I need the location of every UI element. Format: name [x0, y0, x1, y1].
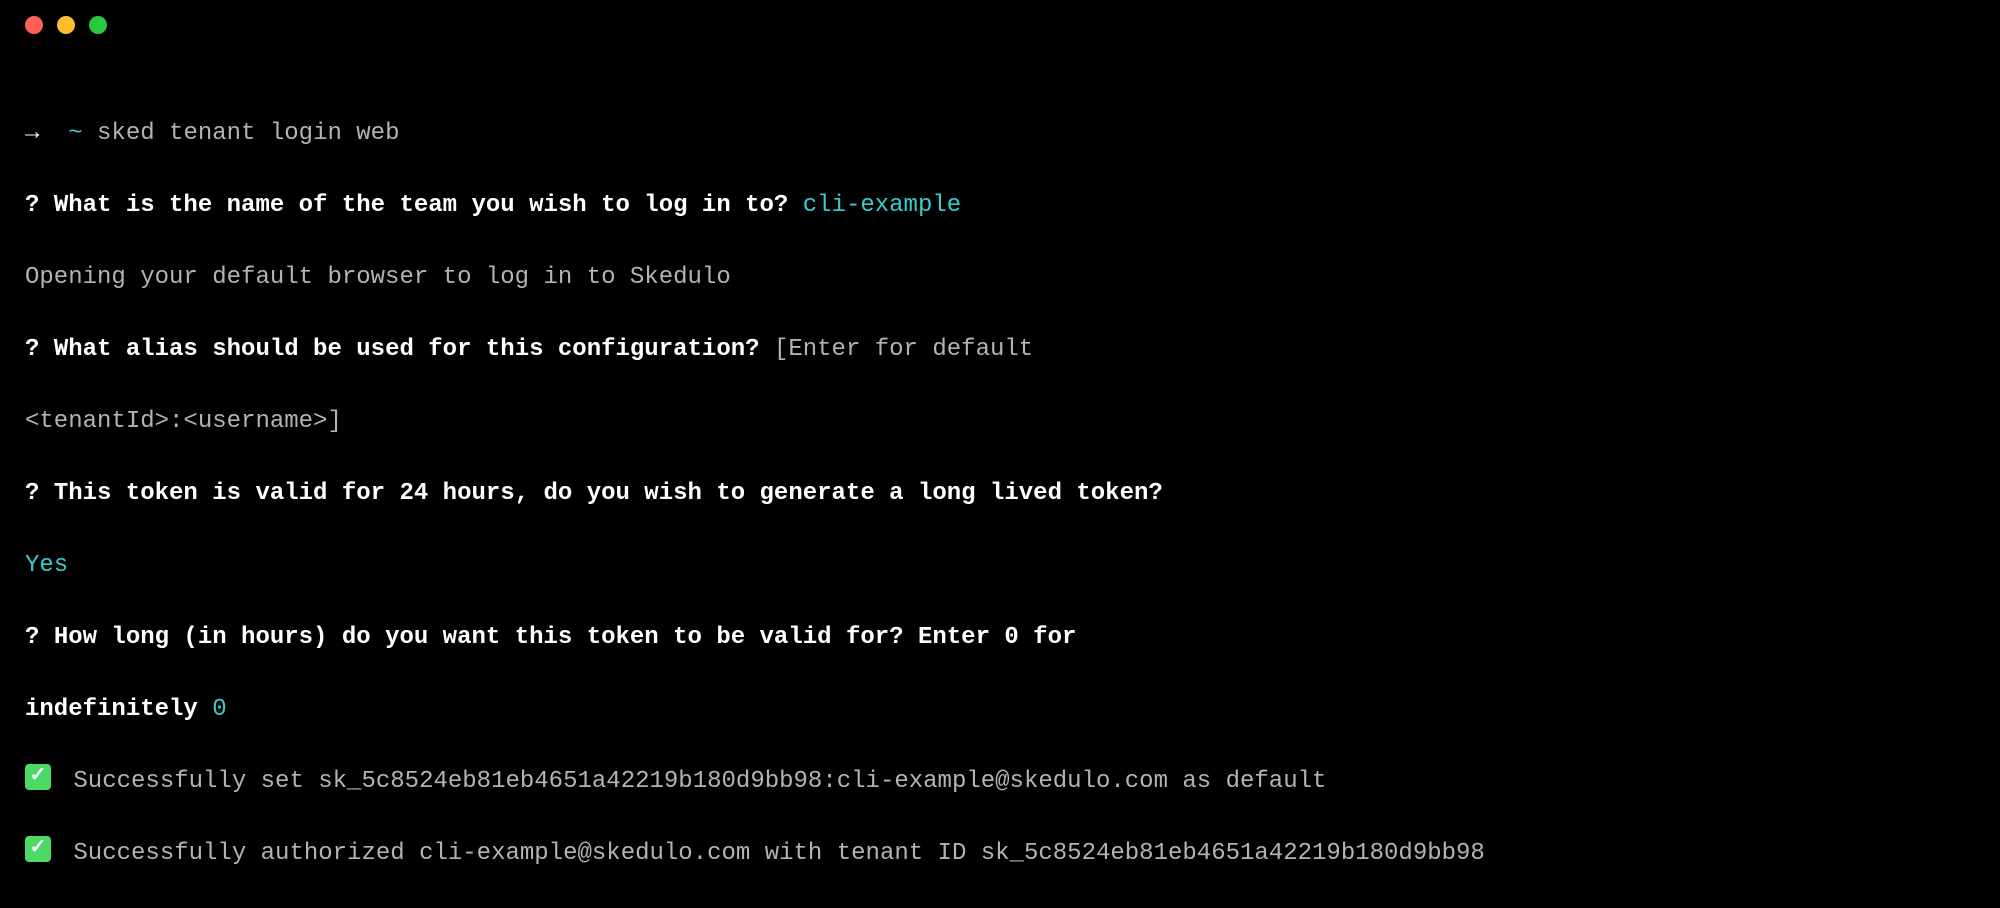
answer-text: cli-example: [803, 188, 961, 224]
command-line: → ~ sked tenant login web: [25, 116, 1975, 152]
command-text: sked tenant login web: [83, 116, 400, 152]
question-text: indefinitely: [25, 692, 212, 728]
question-mark-icon: ?: [25, 620, 39, 656]
prompt-team-name: ? What is the name of the team you wish …: [25, 188, 1975, 224]
close-button[interactable]: [25, 16, 43, 34]
success-set-default: ✓ Successfully set sk_5c8524eb81eb4651a4…: [25, 764, 1975, 800]
question-mark-icon: ?: [25, 476, 39, 512]
answer-text: 0: [212, 692, 226, 728]
window-titlebar: [0, 0, 2000, 50]
hint-text: <tenantId>:<username>]: [25, 404, 342, 440]
prompt-arrow: →: [25, 116, 68, 152]
success-authorized: ✓ Successfully authorized cli-example@sk…: [25, 836, 1975, 872]
prompt-alias: ? What alias should be used for this con…: [25, 332, 1975, 368]
question-text: What alias should be used for this confi…: [39, 332, 774, 368]
question-text: What is the name of the team you wish to…: [39, 188, 802, 224]
question-text: This token is valid for 24 hours, do you…: [39, 476, 1177, 512]
terminal-content[interactable]: → ~ sked tenant login web ? What is the …: [0, 50, 2000, 908]
answer-text: Yes: [25, 548, 68, 584]
question-text: How long (in hours) do you want this tok…: [39, 620, 1090, 656]
check-icon: ✓: [25, 764, 51, 790]
prompt-long-lived-token: ? This token is valid for 24 hours, do y…: [25, 476, 1975, 512]
status-text: Opening your default browser to log in t…: [25, 260, 731, 296]
prompt-token-duration-line2: indefinitely 0: [25, 692, 1975, 728]
maximize-button[interactable]: [89, 16, 107, 34]
prompt-long-lived-answer: Yes: [25, 548, 1975, 584]
hint-text: [Enter for default: [774, 332, 1048, 368]
question-mark-icon: ?: [25, 332, 39, 368]
check-icon: ✓: [25, 836, 51, 862]
prompt-path: ~: [68, 116, 82, 152]
question-mark-icon: ?: [25, 188, 39, 224]
status-opening-browser: Opening your default browser to log in t…: [25, 260, 1975, 296]
prompt-alias-line2: <tenantId>:<username>]: [25, 404, 1975, 440]
success-text: Successfully set sk_5c8524eb81eb4651a422…: [59, 764, 1326, 800]
success-text: Successfully authorized cli-example@sked…: [59, 836, 1485, 872]
prompt-token-duration: ? How long (in hours) do you want this t…: [25, 620, 1975, 656]
minimize-button[interactable]: [57, 16, 75, 34]
